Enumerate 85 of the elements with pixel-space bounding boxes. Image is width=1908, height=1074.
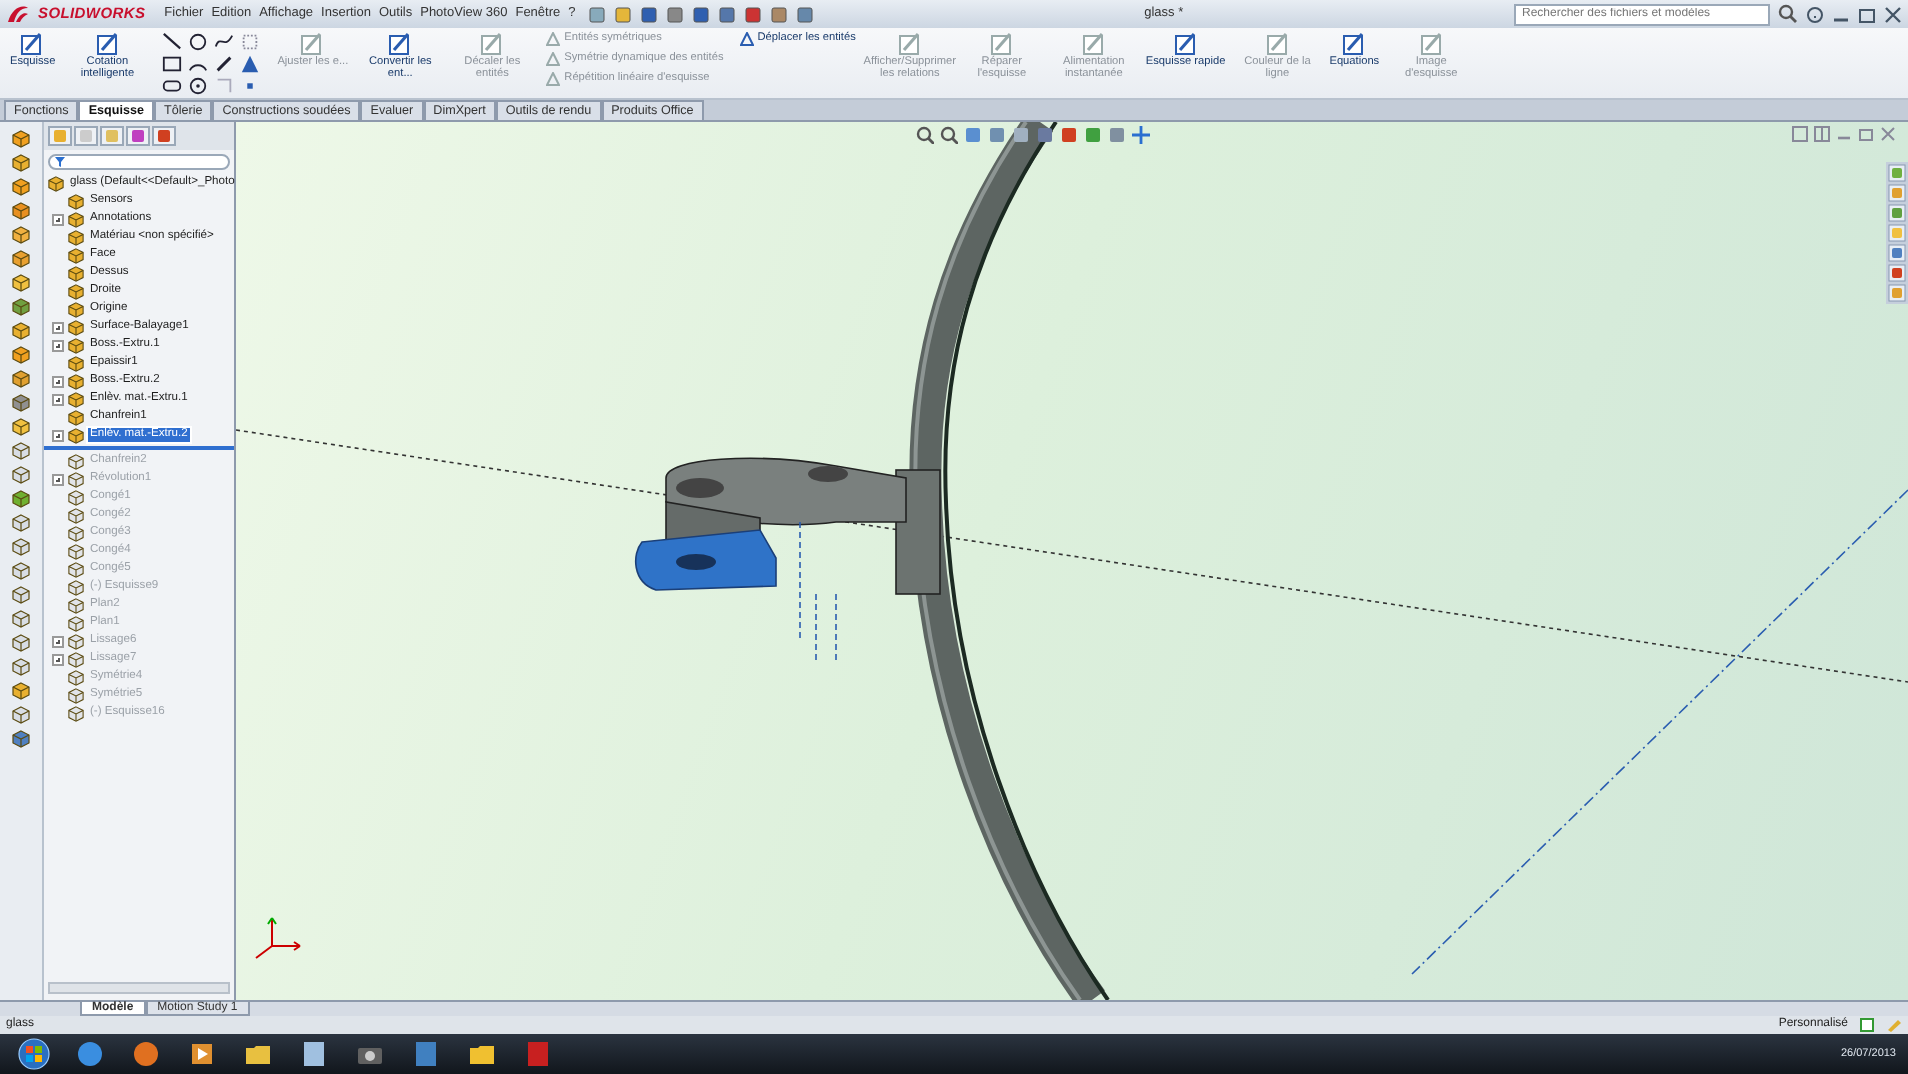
scrollbar[interactable] [48, 982, 230, 994]
cube-icon[interactable] [12, 202, 30, 220]
axis-triad-icon [255, 917, 301, 959]
cube-icon[interactable] [12, 610, 30, 628]
filter-field[interactable] [48, 154, 230, 170]
cube-icon[interactable] [12, 178, 30, 196]
sketch-tool-icon[interactable] [187, 76, 208, 96]
split-view-icon[interactable] [1814, 126, 1830, 142]
zoom-icon[interactable] [916, 126, 934, 144]
cube-icon[interactable] [12, 466, 30, 484]
globe-icon [132, 1040, 160, 1068]
expand-toggle[interactable] [52, 635, 64, 647]
pencil-square-icon [897, 32, 922, 56]
cube-icon[interactable] [12, 274, 30, 292]
pencil-square-icon [989, 32, 1014, 56]
sketch-tool-icon[interactable] [213, 54, 234, 74]
pencil-square-icon [1173, 32, 1198, 56]
move-icon[interactable] [1132, 126, 1150, 144]
help-icon[interactable] [1806, 5, 1824, 23]
cube-icon[interactable] [12, 130, 30, 148]
pencil-square-icon [1342, 32, 1367, 56]
pencil-square-icon [388, 32, 413, 56]
logo-mark-icon [6, 4, 30, 24]
cube-icon[interactable] [12, 442, 30, 460]
document-icon [412, 1040, 440, 1068]
windows-logo-icon [18, 1038, 50, 1070]
sketch-tool-icon[interactable] [161, 32, 182, 52]
sketch-tool-icon[interactable] [161, 76, 182, 96]
pencil-square-icon [300, 32, 325, 56]
start-button[interactable] [12, 1037, 56, 1071]
expand-toggle[interactable] [52, 429, 64, 441]
cube-icon[interactable] [12, 682, 30, 700]
panel-tab[interactable] [152, 126, 176, 146]
expand-toggle[interactable] [52, 375, 64, 387]
expand-toggle[interactable] [52, 321, 64, 333]
cube-icon[interactable] [12, 562, 30, 580]
cube-icon[interactable] [12, 514, 30, 532]
layout-icon[interactable] [1792, 126, 1808, 142]
part-icon [48, 175, 64, 191]
document-icon [300, 1040, 328, 1068]
cube-icon[interactable] [12, 490, 30, 508]
pencil-square-icon [1265, 32, 1290, 56]
sketch-tool-icon[interactable] [161, 54, 182, 74]
pencil-square-icon [20, 32, 45, 56]
expand-toggle[interactable] [52, 213, 64, 225]
pencil-square-icon [480, 32, 505, 56]
status-icon [1860, 1018, 1874, 1032]
cube-icon[interactable] [12, 634, 30, 652]
cube-icon[interactable] [12, 706, 30, 724]
expand-toggle[interactable] [52, 653, 64, 665]
expand-toggle[interactable] [52, 339, 64, 351]
cube-icon[interactable] [12, 418, 30, 436]
document-icon [524, 1040, 552, 1068]
panel-tab[interactable] [126, 126, 150, 146]
cube-icon[interactable] [12, 226, 30, 244]
cube-icon[interactable] [12, 298, 30, 316]
sketch-tool-icon[interactable] [187, 32, 208, 52]
sketch-tool-icon[interactable] [213, 32, 234, 52]
triangle-icon [739, 32, 754, 46]
close-icon[interactable] [1884, 5, 1902, 23]
cube-icon[interactable] [12, 586, 30, 604]
cube-icon[interactable] [12, 250, 30, 268]
restore-icon[interactable] [1858, 126, 1874, 142]
folder-icon [468, 1040, 496, 1068]
media-icon [188, 1040, 216, 1068]
close-icon[interactable] [1880, 126, 1896, 142]
globe-icon [76, 1040, 104, 1068]
cube-icon[interactable] [12, 370, 30, 388]
expand-toggle[interactable] [52, 473, 64, 485]
cube-icon[interactable] [12, 658, 30, 676]
filter-icon [54, 156, 66, 168]
cube-icon[interactable] [12, 346, 30, 364]
maximize-icon[interactable] [1858, 5, 1876, 23]
expand-toggle[interactable] [52, 393, 64, 405]
zoom-icon[interactable] [940, 126, 958, 144]
cube-icon[interactable] [12, 154, 30, 172]
pencil-square-icon [1081, 32, 1106, 56]
cube-icon[interactable] [12, 730, 30, 748]
cube-icon[interactable] [12, 394, 30, 412]
search-icon[interactable] [1778, 4, 1798, 24]
cube-icon[interactable] [12, 322, 30, 340]
pencil-square-icon [1419, 32, 1444, 56]
cube-icon[interactable] [12, 538, 30, 556]
pencil-square-icon [95, 32, 120, 56]
folder-icon [244, 1040, 272, 1068]
